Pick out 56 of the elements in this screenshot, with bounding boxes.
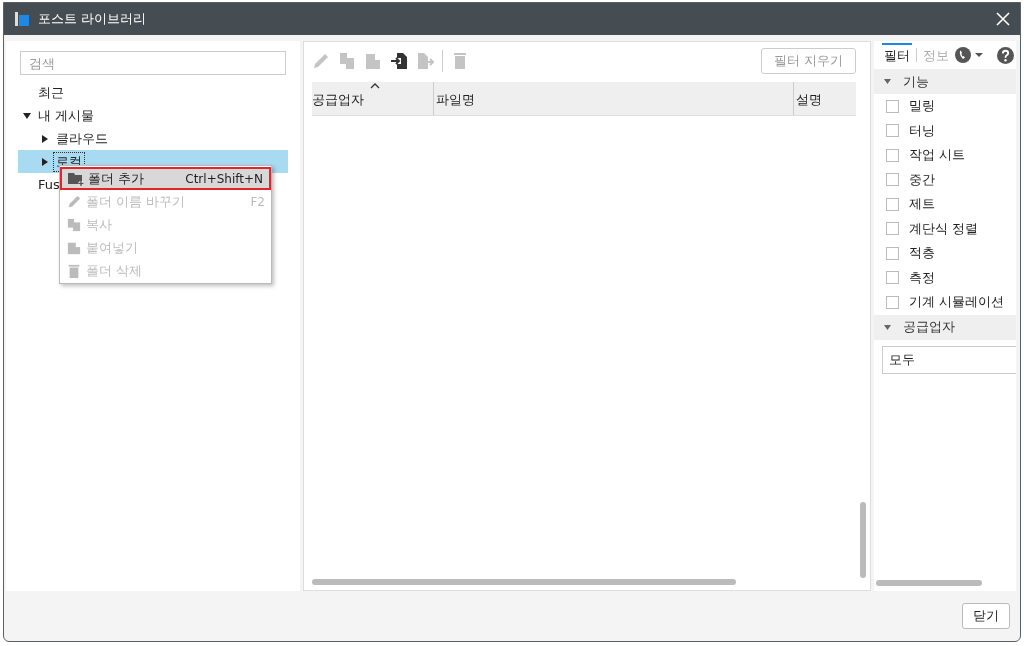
scrollbar[interactable] xyxy=(876,580,982,586)
copy-icon xyxy=(66,217,82,232)
expand-icon[interactable] xyxy=(23,111,31,120)
scrollbar[interactable] xyxy=(860,502,866,578)
checkbox[interactable] xyxy=(886,173,899,187)
vendor-field[interactable]: 모두 xyxy=(882,345,1016,374)
checkbox-label: 제트 xyxy=(909,195,935,214)
paste-icon xyxy=(66,240,82,255)
menu-item[interactable]: 폴더 추가 Ctrl+Shift+N xyxy=(60,167,271,190)
search-field[interactable]: 검색 xyxy=(20,51,286,75)
tree-item[interactable]: 내 게시물 xyxy=(18,104,288,127)
section-header[interactable]: 기능 xyxy=(874,69,1016,94)
checkbox[interactable] xyxy=(886,197,899,211)
checkbox[interactable] xyxy=(886,99,899,113)
checkbox-label: 기계 시뮬레이션 xyxy=(909,293,1005,312)
expand-icon[interactable] xyxy=(41,157,49,166)
checkbox-label: 밀링 xyxy=(909,97,935,116)
section-header[interactable]: 공급업자 xyxy=(874,314,1016,340)
checkbox[interactable] xyxy=(886,148,899,162)
help-icon[interactable] xyxy=(997,46,1014,64)
window-title: 포스트 라이브러리 xyxy=(38,10,148,28)
phone-icon[interactable] xyxy=(955,47,971,63)
column-label: 공급업자 xyxy=(312,91,364,109)
folder-add-icon xyxy=(68,171,84,186)
scrollbar[interactable] xyxy=(312,579,736,585)
checkbox[interactable] xyxy=(886,295,899,309)
section-title: 공급업자 xyxy=(903,318,955,336)
import-icon[interactable] xyxy=(390,52,408,70)
collapse-icon[interactable] xyxy=(884,79,891,84)
tree-item[interactable]: 최근 xyxy=(18,81,288,104)
column-header[interactable]: 설명 xyxy=(794,82,856,115)
tab[interactable]: 필터 xyxy=(882,43,912,67)
column-label: 파일명 xyxy=(436,91,475,109)
close-icon[interactable] xyxy=(996,12,1010,26)
checkbox[interactable] xyxy=(886,246,899,260)
column-header[interactable]: 공급업자 xyxy=(312,82,434,115)
app-icon xyxy=(14,11,30,27)
checkbox-label: 중간 xyxy=(909,170,935,189)
column-label: 설명 xyxy=(796,91,822,109)
checkbox[interactable] xyxy=(886,124,899,138)
checkbox-label: 터닝 xyxy=(909,121,935,140)
trash-icon xyxy=(66,263,82,278)
checkbox[interactable] xyxy=(886,271,899,285)
close-button[interactable]: 닫기 xyxy=(962,603,1010,629)
checkbox-label: 계단식 정렬 xyxy=(909,219,979,238)
checkbox[interactable] xyxy=(886,222,899,236)
tree-item[interactable]: 클라우드 xyxy=(18,127,288,150)
checkbox-label: 작업 시트 xyxy=(909,146,966,165)
checkbox-label: 측정 xyxy=(909,268,935,287)
column-header[interactable]: 파일명 xyxy=(434,82,794,115)
collapse-icon[interactable] xyxy=(884,324,891,330)
expand-icon[interactable] xyxy=(41,134,49,143)
section-title: 기능 xyxy=(903,72,929,91)
checkbox-label: 적층 xyxy=(909,244,935,263)
pencil-icon xyxy=(66,194,82,209)
caret-icon[interactable] xyxy=(975,52,983,58)
